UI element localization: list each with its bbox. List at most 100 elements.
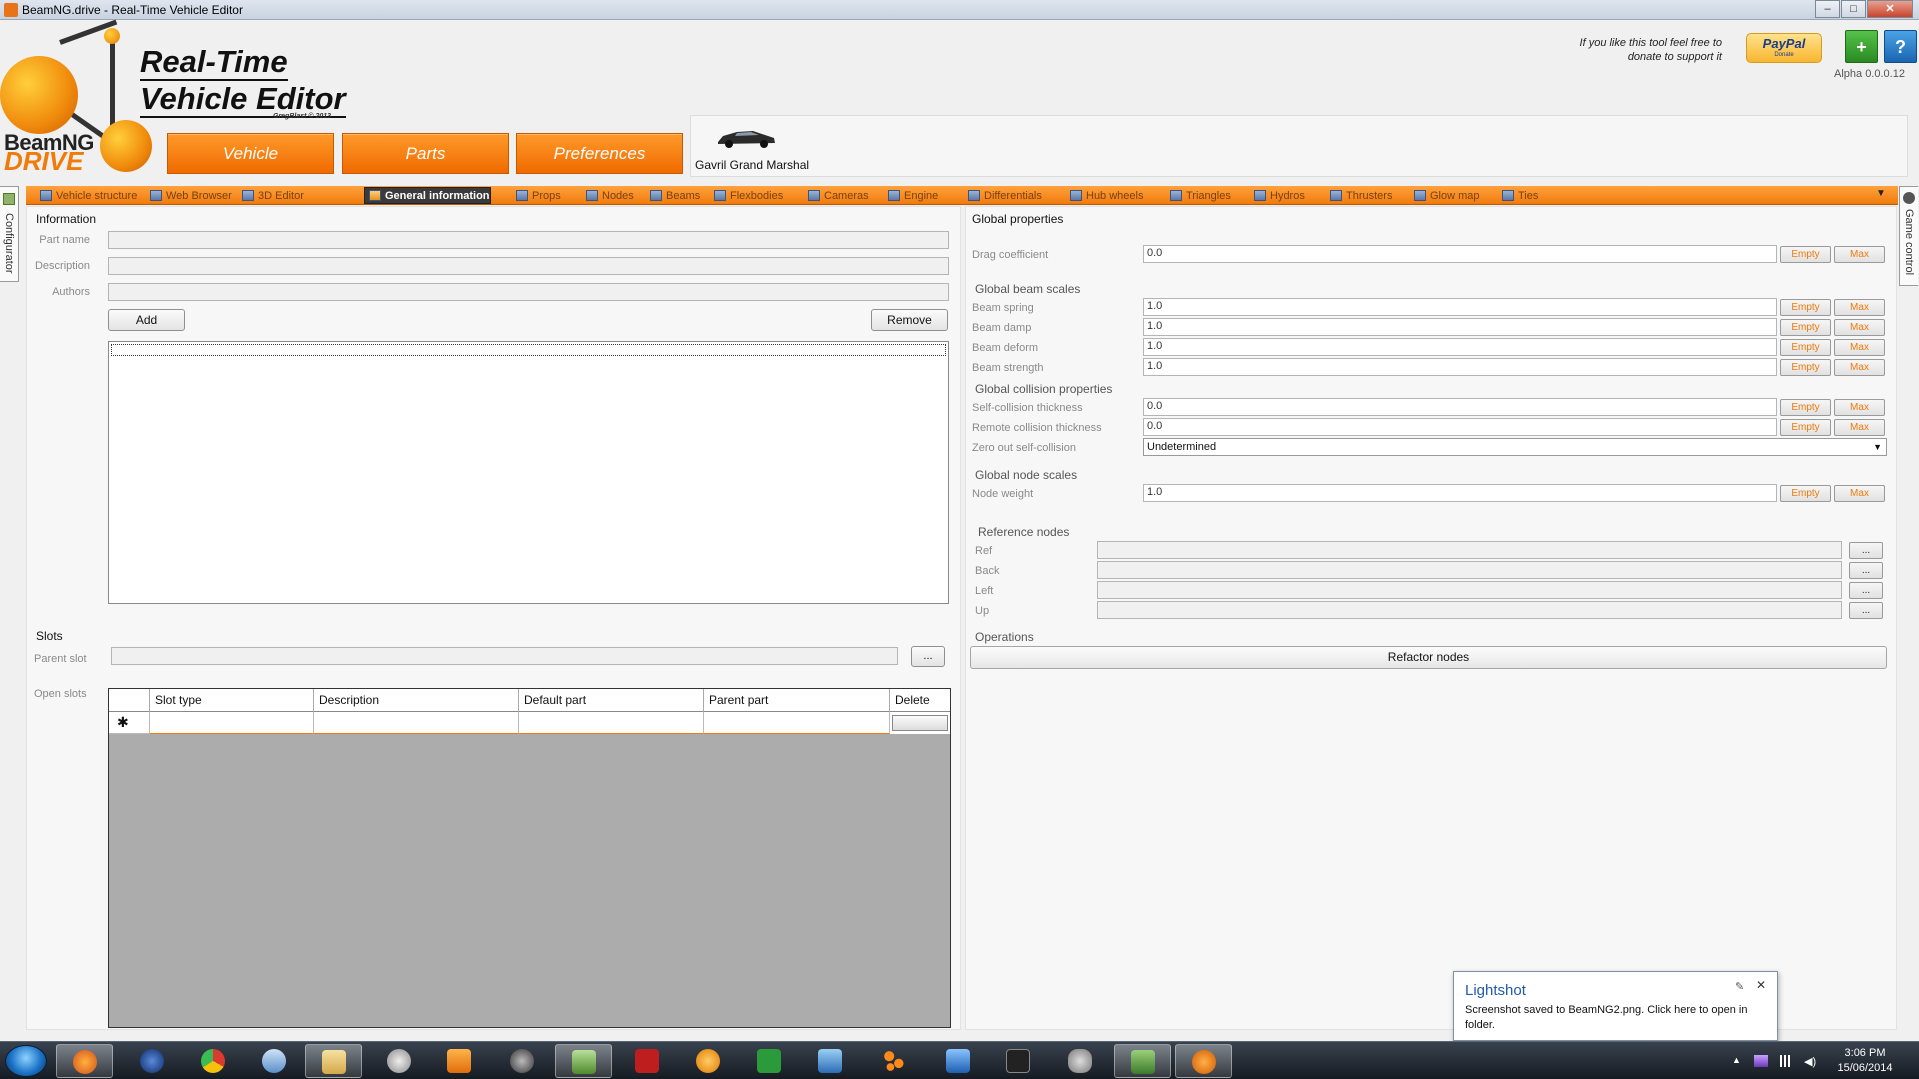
- taskbar-rp-app[interactable]: [990, 1044, 1047, 1078]
- beam-deform-max-button[interactable]: Max: [1834, 339, 1885, 356]
- beam-strength-max-button[interactable]: Max: [1834, 359, 1885, 376]
- drag-empty-button[interactable]: Empty: [1780, 246, 1831, 263]
- table-row[interactable]: ✱: [109, 712, 950, 734]
- add-plus-button[interactable]: +: [1845, 30, 1878, 63]
- beam-strength-empty-button[interactable]: Empty: [1780, 359, 1831, 376]
- remote-collision-empty-button[interactable]: Empty: [1780, 419, 1831, 436]
- nav-vehicle-button[interactable]: Vehicle: [167, 133, 334, 174]
- beam-deform-empty-button[interactable]: Empty: [1780, 339, 1831, 356]
- tab-triangles[interactable]: Triangles: [1166, 187, 1231, 204]
- column-parent-part[interactable]: Parent part: [704, 689, 890, 712]
- game-control-side-tab[interactable]: Game control: [1899, 186, 1918, 286]
- self-collision-max-button[interactable]: Max: [1834, 399, 1885, 416]
- taskbar-notepad[interactable]: [555, 1044, 612, 1078]
- tab-props[interactable]: Props: [512, 187, 561, 204]
- signal-icon[interactable]: [1780, 1055, 1794, 1067]
- zero-out-select[interactable]: Undetermined ▼: [1143, 438, 1887, 456]
- drag-max-button[interactable]: Max: [1834, 246, 1885, 263]
- taskbar-filezilla[interactable]: [619, 1044, 676, 1078]
- configurator-side-tab[interactable]: Configurator: [0, 186, 19, 282]
- column-default-part[interactable]: Default part: [519, 689, 704, 712]
- tab-nodes[interactable]: Nodes: [582, 187, 634, 204]
- column-delete[interactable]: Delete: [890, 689, 950, 712]
- beam-strength-field[interactable]: 1.0: [1143, 358, 1777, 376]
- remote-collision-max-button[interactable]: Max: [1834, 419, 1885, 436]
- tab-web-browser[interactable]: Web Browser: [146, 187, 232, 204]
- tab-engine[interactable]: Engine: [884, 187, 938, 204]
- parent-slot-field[interactable]: [111, 647, 898, 665]
- slot-type-cell[interactable]: [150, 712, 314, 734]
- tab-flexbodies[interactable]: Flexbodies: [710, 187, 783, 204]
- back-browse-button[interactable]: ...: [1849, 562, 1883, 579]
- taskbar-chrome[interactable]: [185, 1044, 242, 1078]
- close-button[interactable]: ✕: [1867, 0, 1913, 18]
- lightshot-notification[interactable]: Lightshot ✎ ✕ Screenshot saved to BeamNG…: [1453, 971, 1778, 1041]
- taskbar-clock[interactable]: [371, 1044, 428, 1078]
- beam-deform-field[interactable]: 1.0: [1143, 338, 1777, 356]
- self-collision-empty-button[interactable]: Empty: [1780, 399, 1831, 416]
- tab-general-information[interactable]: General information: [364, 187, 491, 204]
- tab-differentials[interactable]: Differentials: [964, 187, 1042, 204]
- notification-message[interactable]: Screenshot saved to BeamNG2.png. Click h…: [1465, 1003, 1770, 1033]
- taskbar-beamng-editor[interactable]: [1175, 1044, 1232, 1078]
- remote-collision-field[interactable]: 0.0: [1143, 418, 1777, 436]
- up-node-field[interactable]: [1097, 601, 1842, 619]
- taskbar-explorer[interactable]: [305, 1044, 362, 1078]
- back-node-field[interactable]: [1097, 561, 1842, 579]
- self-collision-field[interactable]: 0.0: [1143, 398, 1777, 416]
- taskbar-globe[interactable]: [124, 1044, 181, 1078]
- taskbar-firefox[interactable]: [56, 1044, 113, 1078]
- parent-slot-browse-button[interactable]: ...: [911, 646, 945, 667]
- beam-spring-max-button[interactable]: Max: [1834, 299, 1885, 316]
- beam-damp-field[interactable]: 1.0: [1143, 318, 1777, 336]
- left-browse-button[interactable]: ...: [1849, 582, 1883, 599]
- beam-spring-empty-button[interactable]: Empty: [1780, 299, 1831, 316]
- taskbar-app-64[interactable]: [741, 1044, 798, 1078]
- beam-damp-max-button[interactable]: Max: [1834, 319, 1885, 336]
- open-slots-grid[interactable]: Slot type Description Default part Paren…: [108, 688, 951, 1028]
- left-node-field[interactable]: [1097, 581, 1842, 599]
- tab-beams[interactable]: Beams: [646, 187, 700, 204]
- taskbar-steam[interactable]: [494, 1044, 551, 1078]
- column-description[interactable]: Description: [314, 689, 519, 712]
- taskbar-gamepad[interactable]: [1052, 1044, 1109, 1078]
- default-part-cell[interactable]: [519, 712, 704, 734]
- maximize-button[interactable]: □: [1841, 0, 1866, 18]
- node-weight-max-button[interactable]: Max: [1834, 485, 1885, 502]
- tab-3d-editor[interactable]: 3D Editor: [238, 187, 304, 204]
- pin-icon[interactable]: ✎: [1735, 980, 1744, 993]
- beam-damp-empty-button[interactable]: Empty: [1780, 319, 1831, 336]
- tab-vehicle-structure[interactable]: Vehicle structure: [36, 187, 137, 204]
- column-slot-type[interactable]: Slot type: [150, 689, 314, 712]
- tab-cameras[interactable]: Cameras: [804, 187, 869, 204]
- taskbar-pen-app[interactable]: [930, 1044, 987, 1078]
- taskbar-dots-app[interactable]: [866, 1044, 923, 1078]
- ref-browse-button[interactable]: ...: [1849, 542, 1883, 559]
- authors-list[interactable]: [108, 341, 949, 604]
- vehicle-name[interactable]: Gavril Grand Marshal: [695, 158, 809, 172]
- tray-expand-icon[interactable]: ▲: [1732, 1055, 1746, 1067]
- delete-row-button[interactable]: [892, 715, 948, 731]
- remove-author-button[interactable]: Remove: [871, 309, 948, 331]
- start-button[interactable]: [5, 1045, 47, 1077]
- node-weight-field[interactable]: 1.0: [1143, 484, 1777, 502]
- ref-node-field[interactable]: [1097, 541, 1842, 559]
- nav-parts-button[interactable]: Parts: [342, 133, 509, 174]
- tab-hydros[interactable]: Hydros: [1250, 187, 1305, 204]
- tab-hub-wheels[interactable]: Hub wheels: [1066, 187, 1143, 204]
- part-name-field[interactable]: [108, 231, 949, 249]
- close-icon[interactable]: ✕: [1756, 978, 1766, 992]
- tray-app-icon[interactable]: [1754, 1055, 1768, 1067]
- tab-ties[interactable]: Ties: [1498, 187, 1538, 204]
- refactor-nodes-button[interactable]: Refactor nodes: [970, 646, 1887, 669]
- description-cell[interactable]: [314, 712, 519, 734]
- node-weight-empty-button[interactable]: Empty: [1780, 485, 1831, 502]
- beam-spring-field[interactable]: 1.0: [1143, 298, 1777, 316]
- description-field[interactable]: [108, 257, 949, 275]
- help-button[interactable]: ?: [1884, 30, 1917, 63]
- tab-dropdown-icon[interactable]: ▼: [1876, 188, 1886, 199]
- minimize-button[interactable]: –: [1815, 0, 1840, 18]
- parent-part-cell[interactable]: [704, 712, 890, 734]
- car-icon[interactable]: [715, 125, 777, 151]
- tab-thrusters[interactable]: Thrusters: [1326, 187, 1392, 204]
